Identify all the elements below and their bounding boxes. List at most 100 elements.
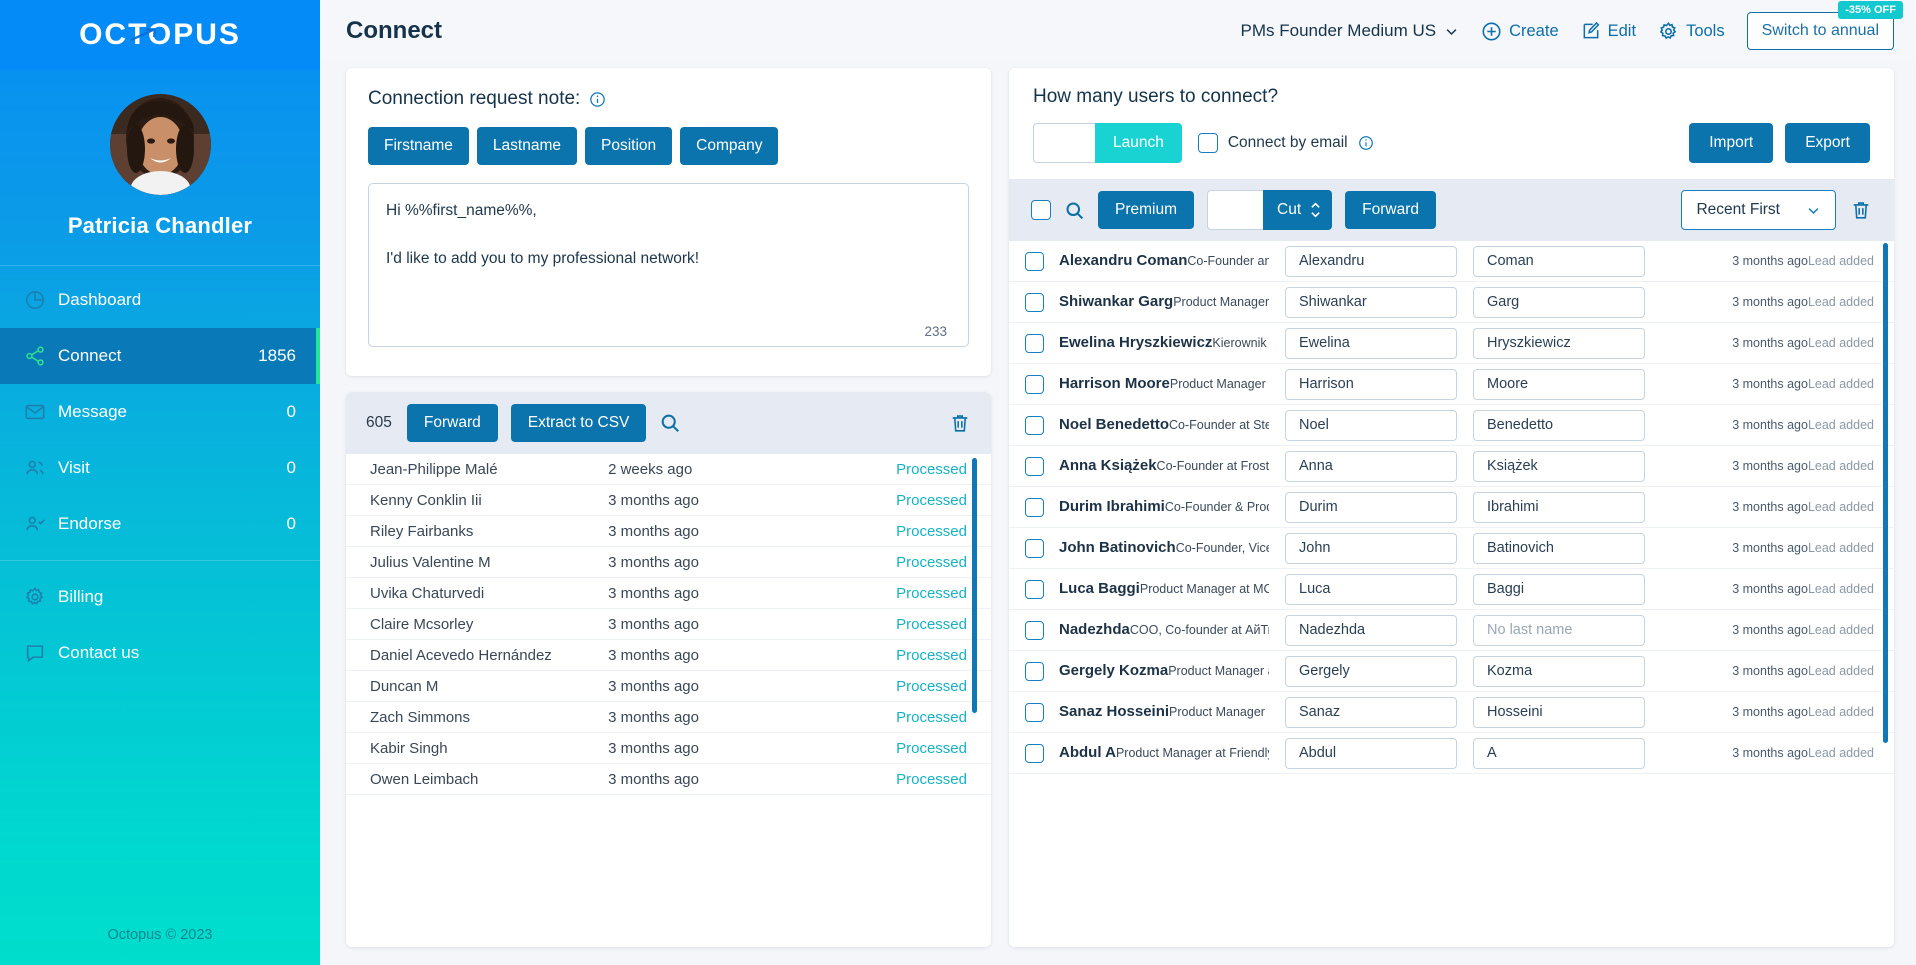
table-row[interactable]: Ewelina HryszkiewiczKierownik produktu a… xyxy=(1009,323,1894,364)
connection-note-textarea[interactable] xyxy=(368,183,969,347)
delete-icon[interactable] xyxy=(949,412,971,434)
sidebar-item-dashboard[interactable]: Dashboard xyxy=(0,272,320,328)
campaign-dropdown[interactable]: PMs Founder Medium US xyxy=(1241,21,1460,41)
create-button[interactable]: Create xyxy=(1481,21,1559,42)
cut-count-input[interactable] xyxy=(1207,190,1264,230)
token-position-button[interactable]: Position xyxy=(584,127,673,165)
launch-button[interactable]: Launch xyxy=(1095,123,1182,163)
row-checkbox[interactable] xyxy=(1025,415,1044,435)
table-row[interactable]: Zach Simmons 3 months ago Processed xyxy=(346,702,991,733)
row-checkbox[interactable] xyxy=(1025,702,1044,722)
row-checkbox[interactable] xyxy=(1025,661,1044,681)
table-row[interactable]: Durim IbrahimiCo-Founder & Product Resea… xyxy=(1009,487,1894,528)
last-name-field[interactable]: Ibrahimi xyxy=(1473,491,1645,523)
row-checkbox[interactable] xyxy=(1025,456,1044,476)
last-name-field[interactable]: A xyxy=(1473,737,1645,769)
table-row[interactable]: Jean-Philippe Malé 2 weeks ago Processed xyxy=(346,454,991,485)
table-row[interactable]: Luca BaggiProduct Manager at MC-monitori… xyxy=(1009,569,1894,610)
row-checkbox[interactable] xyxy=(1025,251,1044,271)
row-checkbox[interactable] xyxy=(1025,579,1044,599)
last-name-field[interactable]: Hryszkiewicz xyxy=(1473,327,1645,359)
table-row[interactable]: Sanaz HosseiniProduct Manager at Campana… xyxy=(1009,692,1894,733)
table-row[interactable]: Riley Fairbanks 3 months ago Processed xyxy=(346,516,991,547)
row-checkbox[interactable] xyxy=(1025,620,1044,640)
sidebar-item-contact-us[interactable]: Contact us xyxy=(0,625,320,681)
last-name-field[interactable]: Książek xyxy=(1473,450,1645,482)
table-row[interactable]: Noel BenedettoCo-Founder at Stealth Star… xyxy=(1009,405,1894,446)
token-lastname-button[interactable]: Lastname xyxy=(476,127,577,165)
row-checkbox[interactable] xyxy=(1025,333,1044,353)
last-name-field[interactable]: Garg xyxy=(1473,286,1645,318)
last-name-field[interactable]: Benedetto xyxy=(1473,409,1645,441)
tools-button[interactable]: Tools xyxy=(1658,21,1725,42)
last-name-field[interactable]: Batinovich xyxy=(1473,532,1645,564)
processed-forward-button[interactable]: Forward xyxy=(406,404,498,442)
sidebar-item-visit[interactable]: Visit 0 xyxy=(0,440,320,496)
users-list[interactable]: Alexandru ComanCo-Founder and Tech Lead … xyxy=(1009,241,1894,947)
table-row[interactable]: Uvika Chaturvedi 3 months ago Processed xyxy=(346,578,991,609)
first-name-field[interactable]: John xyxy=(1285,532,1457,564)
table-row[interactable]: NadezhdaCOO, Co-founder at АйТи ПекарняN… xyxy=(1009,610,1894,651)
first-name-field[interactable]: Durim xyxy=(1285,491,1457,523)
table-row[interactable]: Duncan M 3 months ago Processed xyxy=(346,671,991,702)
search-icon[interactable] xyxy=(1064,200,1085,221)
sidebar-item-message[interactable]: Message 0 xyxy=(0,384,320,440)
sidebar-item-connect[interactable]: Connect 1856 xyxy=(0,328,320,384)
token-company-button[interactable]: Company xyxy=(680,127,779,165)
last-name-field[interactable]: Hosseini xyxy=(1473,696,1645,728)
edit-button[interactable]: Edit xyxy=(1581,21,1636,41)
first-name-field[interactable]: Gergely xyxy=(1285,655,1457,687)
first-name-field[interactable]: Ewelina xyxy=(1285,327,1457,359)
last-name-field[interactable]: Kozma xyxy=(1473,655,1645,687)
connect-by-email-checkbox[interactable] xyxy=(1197,133,1218,153)
first-name-field[interactable]: Noel xyxy=(1285,409,1457,441)
row-checkbox[interactable] xyxy=(1025,292,1044,312)
first-name-field[interactable]: Alexandru xyxy=(1285,245,1457,277)
token-firstname-button[interactable]: Firstname xyxy=(368,127,469,165)
table-row[interactable]: Kabir Singh 3 months ago Processed xyxy=(346,733,991,764)
first-name-field[interactable]: Nadezhda xyxy=(1285,614,1457,646)
first-name-field[interactable]: Harrison xyxy=(1285,368,1457,400)
switch-to-annual-button[interactable]: Switch to annual -35% OFF xyxy=(1746,1,1903,50)
table-row[interactable]: Owen Leimbach 3 months ago Processed xyxy=(346,764,991,795)
table-row[interactable]: Julius Valentine M 3 months ago Processed xyxy=(346,547,991,578)
logo[interactable]: OCTOPUS xyxy=(0,0,320,70)
processed-list[interactable]: Jean-Philippe Malé 2 weeks ago Processed Ke… xyxy=(346,454,991,947)
stepper-icon[interactable] xyxy=(1309,200,1322,220)
table-row[interactable]: Anna KsiążekCo-Founder at Frost Line Sp.… xyxy=(1009,446,1894,487)
extract-to-csv-button[interactable]: Extract to CSV xyxy=(510,404,647,442)
sidebar-item-endorse[interactable]: Endorse 0 xyxy=(0,496,320,552)
sidebar-item-billing[interactable]: Billing xyxy=(0,569,320,625)
row-checkbox[interactable] xyxy=(1025,743,1044,763)
last-name-field[interactable]: Moore xyxy=(1473,368,1645,400)
table-row[interactable]: John BatinovichCo-Founder, Vice Presiden… xyxy=(1009,528,1894,569)
cut-button[interactable]: Cut xyxy=(1263,190,1333,230)
table-row[interactable]: Alexandru ComanCo-Founder and Tech Lead … xyxy=(1009,241,1894,282)
first-name-field[interactable]: Luca xyxy=(1285,573,1457,605)
delete-icon[interactable] xyxy=(1850,199,1872,221)
info-icon[interactable] xyxy=(589,91,606,108)
table-row[interactable]: Claire Mcsorley 3 months ago Processed xyxy=(346,609,991,640)
sort-dropdown[interactable]: Recent First xyxy=(1681,190,1836,230)
export-button[interactable]: Export xyxy=(1785,123,1870,163)
search-icon[interactable] xyxy=(659,412,681,434)
table-row[interactable]: Kenny Conklin Iii 3 months ago Processed xyxy=(346,485,991,516)
premium-button[interactable]: Premium xyxy=(1098,191,1195,229)
import-button[interactable]: Import xyxy=(1689,123,1774,163)
select-all-checkbox[interactable] xyxy=(1031,200,1051,220)
last-name-field[interactable]: No last name xyxy=(1473,614,1645,646)
first-name-field[interactable]: Abdul xyxy=(1285,737,1457,769)
row-checkbox[interactable] xyxy=(1025,374,1044,394)
first-name-field[interactable]: Shiwankar xyxy=(1285,286,1457,318)
launch-count-input[interactable] xyxy=(1033,123,1095,163)
first-name-field[interactable]: Sanaz xyxy=(1285,696,1457,728)
table-row[interactable]: Gergely KozmaProduct Manager at Craft Do… xyxy=(1009,651,1894,692)
info-icon[interactable] xyxy=(1358,135,1374,151)
table-row[interactable]: Shiwankar GargProduct Manager at Autarco… xyxy=(1009,282,1894,323)
last-name-field[interactable]: Coman xyxy=(1473,245,1645,277)
processed-scrollbar-thumb[interactable] xyxy=(972,458,977,713)
last-name-field[interactable]: Baggi xyxy=(1473,573,1645,605)
table-row[interactable]: Abdul AProduct Manager at FriendlyAVAAbd… xyxy=(1009,733,1894,774)
row-checkbox[interactable] xyxy=(1025,497,1044,517)
users-forward-button[interactable]: Forward xyxy=(1345,191,1436,229)
